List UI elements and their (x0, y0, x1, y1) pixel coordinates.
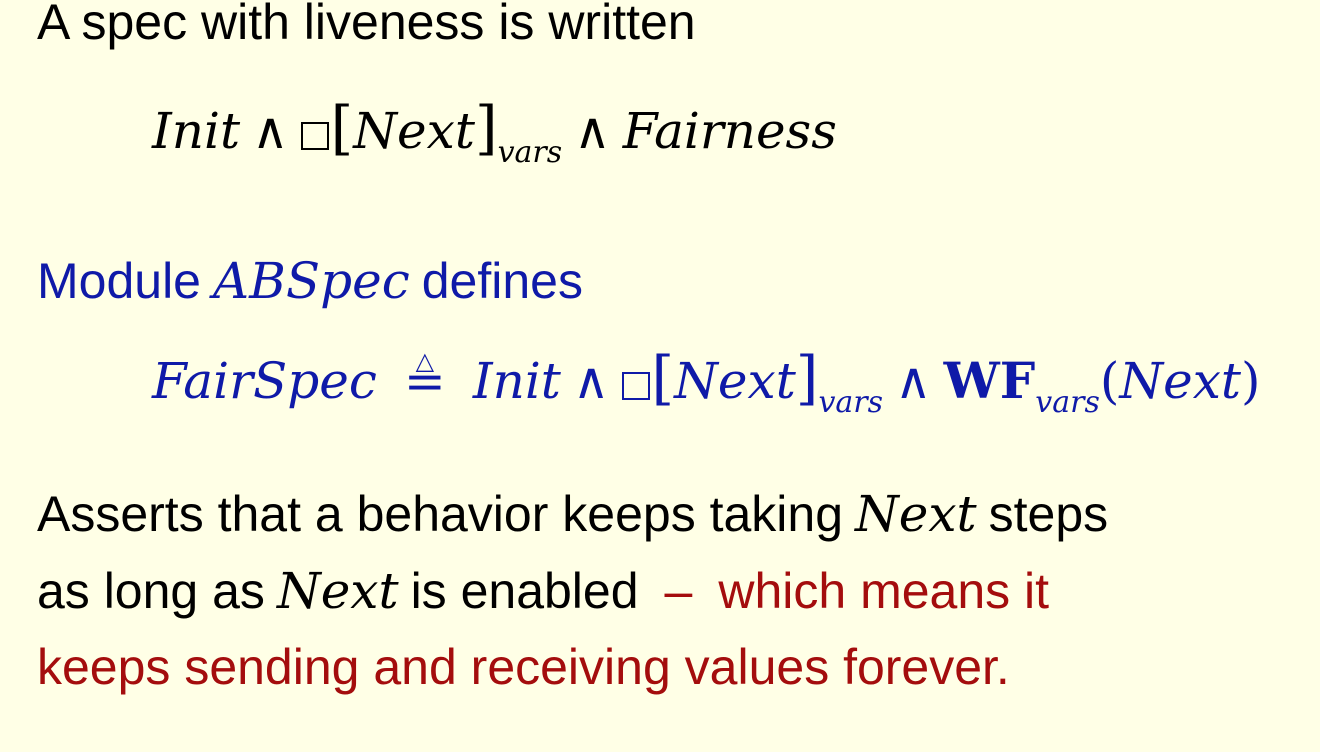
wf-operator: WF (943, 351, 1036, 410)
formula-init: Init (152, 102, 241, 160)
formula-rbracket: ] (474, 94, 498, 162)
defeq-symbol: △ = (403, 349, 447, 409)
intro-text: A spec with liveness is written (37, 0, 696, 50)
fairspec-init: Init (472, 352, 561, 410)
intro-line: A spec with liveness is written (37, 0, 696, 50)
red-explanation-2: keeps sending and receiving values forev… (37, 639, 1010, 695)
dash: – (664, 563, 693, 619)
module-name: ABSpec (213, 252, 410, 310)
red-explanation-1: which means it (718, 563, 1050, 619)
always-box-icon (300, 122, 329, 150)
slide: A spec with liveness is written Init ∧ [Ne… (0, 0, 1320, 752)
formula-vars-subscript: vars (497, 135, 563, 170)
formula-and-2: ∧ (574, 102, 611, 160)
fairspec-formula: FairSpec △ = Init ∧ [Next]vars ∧ WFvars(Next) (152, 349, 1261, 420)
assert-next: Next (855, 485, 977, 543)
enabled-next: Next (276, 562, 399, 620)
defines-word: defines (421, 253, 583, 309)
formula-lbracket: [ (330, 94, 354, 162)
wf-next: Next (1119, 352, 1242, 410)
assert-text-before: Asserts that a behavior keeps taking (37, 486, 844, 542)
spec-formula: Init ∧ [Next]vars ∧ Fairness (152, 99, 837, 170)
fairspec-and-2: ∧ (895, 352, 932, 410)
fairspec-lbracket: [ (651, 344, 675, 412)
wf-rparen: ) (1241, 352, 1261, 410)
assert-line-1: Asserts that a behavior keeps taking Next… (37, 486, 1108, 542)
wf-vars-subscript: vars (1035, 385, 1100, 420)
wf-lparen: ( (1099, 352, 1120, 410)
assert-line-3: keeps sending and receiving values forev… (37, 639, 1010, 695)
fairspec-and: ∧ (572, 352, 610, 410)
formula-next: Next (353, 102, 475, 160)
always-box-icon (621, 372, 650, 400)
enabled-text-before: as long as (37, 563, 265, 619)
defeq-triangle: △ (415, 347, 435, 375)
fairspec-name: FairSpec (152, 352, 377, 410)
module-line: Module ABSpec defines (37, 253, 583, 309)
assert-text-after: steps (988, 486, 1109, 542)
assert-line-2: as long as Next is enabled – which means it (37, 563, 1049, 619)
enabled-text-after: is enabled (410, 563, 639, 619)
formula-fairness: Fairness (622, 102, 837, 160)
fairspec-next: Next (674, 352, 796, 410)
fairspec-vars-subscript: vars (818, 385, 884, 420)
module-word: Module (37, 253, 201, 309)
fairspec-rbracket: ] (795, 344, 819, 412)
formula-and: ∧ (252, 102, 289, 160)
